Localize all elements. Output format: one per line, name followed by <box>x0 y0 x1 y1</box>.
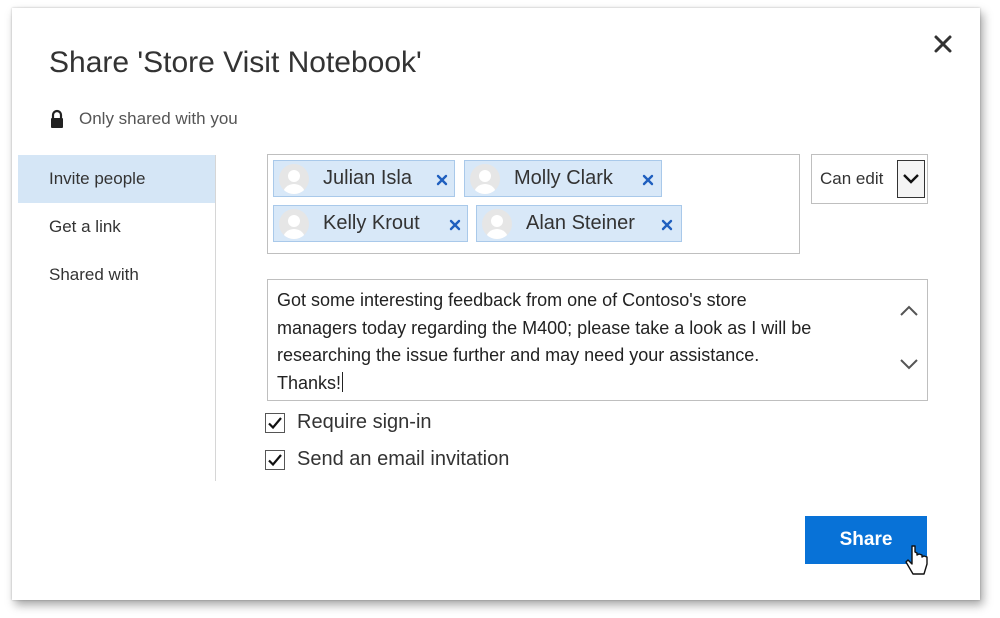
avatar <box>279 163 309 194</box>
remove-recipient-icon[interactable] <box>641 173 655 187</box>
text-caret <box>342 371 344 392</box>
sidebar-item-label: Get a link <box>49 217 121 236</box>
recipient-chip: Kelly Krout <box>273 205 468 242</box>
message-text: Got some interesting feedback from one o… <box>277 287 887 397</box>
recipient-name: Molly Clark <box>514 167 613 189</box>
checkmark-icon <box>268 416 282 429</box>
send-email-checkbox[interactable] <box>265 449 285 470</box>
message-line: managers today regarding the M400; pleas… <box>277 317 812 338</box>
chevron-down-icon[interactable] <box>897 160 925 198</box>
require-signin-checkbox[interactable] <box>265 412 285 433</box>
require-signin-label: Require sign-in <box>297 411 432 433</box>
recipient-chip: Julian Isla <box>273 160 455 197</box>
send-email-label: Send an email invitation <box>297 448 510 470</box>
sidebar-item-invite-people[interactable]: Invite people <box>18 155 215 203</box>
send-email-option: Send an email invitation <box>265 448 509 471</box>
remove-recipient-icon[interactable] <box>448 218 462 232</box>
chevron-down-icon[interactable] <box>899 357 919 371</box>
sidebar-item-get-a-link[interactable]: Get a link <box>18 203 215 251</box>
recipient-chip: Alan Steiner <box>476 205 682 242</box>
privacy-status: Only shared with you <box>49 109 238 129</box>
require-signin-option: Require sign-in <box>265 411 432 434</box>
privacy-text: Only shared with you <box>79 109 238 128</box>
close-icon[interactable] <box>929 30 957 58</box>
checkmark-icon <box>268 453 282 466</box>
message-line: Got some interesting feedback from one o… <box>277 290 747 310</box>
permission-selected-value: Can edit <box>820 169 884 188</box>
remove-recipient-icon[interactable] <box>435 173 449 187</box>
chevron-up-icon[interactable] <box>899 304 919 318</box>
message-line: Thanks! <box>277 372 342 393</box>
recipient-name: Julian Isla <box>323 167 412 189</box>
sidebar-item-label: Invite people <box>49 169 146 188</box>
avatar <box>279 208 309 239</box>
message-last-line: Thanks! <box>277 370 887 398</box>
share-sidebar: Invite people Get a link Shared with <box>18 155 216 481</box>
recipient-name: Alan Steiner <box>526 212 635 234</box>
message-line: researching the issue further and may ne… <box>277 345 760 365</box>
recipient-name: Kelly Krout <box>323 212 420 234</box>
remove-recipient-icon[interactable] <box>660 218 674 232</box>
share-dialog: Share 'Store Visit Notebook' Only shared… <box>12 8 980 600</box>
sidebar-item-shared-with[interactable]: Shared with <box>18 251 215 299</box>
permission-select[interactable]: Can edit <box>811 154 928 204</box>
recipient-chip: Molly Clark <box>464 160 662 197</box>
avatar <box>482 208 512 239</box>
sidebar-item-label: Shared with <box>49 265 139 284</box>
message-textarea[interactable]: Got some interesting feedback from one o… <box>267 279 928 401</box>
avatar <box>470 163 500 194</box>
share-button[interactable]: Share <box>805 516 927 564</box>
recipients-input[interactable]: Julian Isla Molly Clark Kelly Krout Alan… <box>267 154 800 254</box>
lock-icon <box>49 109 65 129</box>
dialog-title: Share 'Store Visit Notebook' <box>49 46 422 79</box>
